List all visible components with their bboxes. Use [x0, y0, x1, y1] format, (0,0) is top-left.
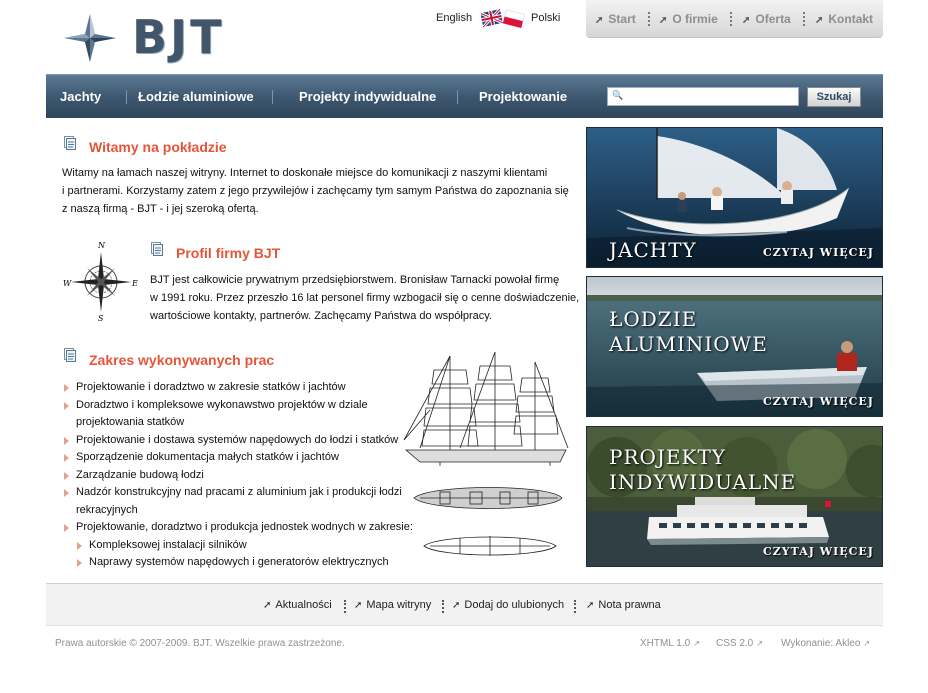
read-more-link[interactable]: CZYTAJ WIĘCEJ: [763, 246, 874, 259]
document-icon: [64, 348, 76, 362]
divider: [648, 12, 651, 26]
scope-list: Projektowanie i doradztwo w zakresie sta…: [62, 379, 413, 572]
nav-item-projekty-indywidualne[interactable]: Projekty indywidualne: [299, 89, 436, 104]
main-navigation: Jachty Łodzie aluminiowe Projekty indywi…: [46, 74, 883, 118]
top-navigation: ➚ Start ➚ O firmie ➚ Oferta ➚ Kontakt: [586, 0, 883, 38]
footer-link-aktualnosci[interactable]: ➚ Aktualności: [263, 599, 332, 611]
arrow-icon: ➚: [659, 15, 668, 26]
divider: [272, 90, 273, 104]
banner-title: PROJEKTY INDYWIDUALNE: [609, 445, 797, 494]
list-item: Doradztwo i kompleksowe wykonawstwo proj…: [62, 397, 413, 415]
divider: [442, 600, 445, 613]
compass-w: W: [63, 279, 72, 288]
top-link-kontakt[interactable]: ➚ Kontakt: [815, 12, 873, 26]
external-link-icon: ↗: [756, 639, 763, 648]
list-item: Kompleksowej instalacji silników: [62, 537, 413, 555]
document-icon: [151, 242, 163, 256]
logo-text: BJT: [132, 10, 225, 64]
divider: [344, 600, 347, 613]
search-box: 🔍: [607, 87, 799, 106]
compass-rose-icon: N E S W: [63, 241, 138, 322]
copyright-text: Prawa autorskie © 2007-2009. BJT. Wszelk…: [55, 638, 345, 649]
list-item: Naprawy systemów napędowych i generatoró…: [62, 554, 413, 572]
lang-english-link[interactable]: English: [436, 12, 472, 24]
divider: [574, 600, 577, 613]
arrow-icon: ➚: [586, 600, 595, 611]
arrow-icon: ➚: [815, 15, 824, 26]
xhtml-validator-link[interactable]: XHTML 1.0 ↗: [640, 638, 700, 649]
top-link-o-firmie[interactable]: ➚ O firmie: [659, 12, 718, 26]
compass-s: S: [98, 314, 104, 322]
divider: [126, 90, 127, 104]
list-item: Zarządzanie budową łodzi: [62, 467, 413, 485]
credit: Wykonanie: Akleo ↗: [781, 638, 871, 649]
banner-projekty-indywidualne[interactable]: PROJEKTY INDYWIDUALNE CZYTAJ WIĘCEJ: [586, 426, 883, 567]
welcome-text: Witamy na łamach naszej witryny. Interne…: [62, 167, 569, 215]
ship-drawing-image: [403, 351, 569, 556]
compass-n: N: [97, 241, 106, 250]
footer-navigation: ➚ Aktualności ➚ Mapa witryny ➚ Dodaj do ulu…: [46, 584, 883, 626]
document-icon: [64, 136, 76, 150]
lang-polish-link[interactable]: Polski: [531, 12, 560, 24]
banner-title: ŁODZIE ALUMINIOWE: [609, 307, 768, 356]
list-item: Projektowanie i dostawa systemów napędow…: [62, 432, 413, 450]
footer-link-dodaj-do-ulubionych[interactable]: ➚ Dodaj do ulubionych: [452, 599, 564, 611]
css-validator-link[interactable]: CSS 2.0 ↗: [716, 638, 763, 649]
external-link-icon: ↗: [863, 639, 871, 648]
list-item: Nadzór konstrukcyjny nad pracami z alumi…: [62, 484, 413, 502]
nav-item-lodzie-aluminiowe[interactable]: Łodzie aluminiowe: [138, 89, 254, 104]
top-link-oferta[interactable]: ➚ Oferta: [742, 12, 791, 26]
list-item: Projektowanie, doradztwo i produkcja jed…: [62, 519, 413, 537]
banner-title: JACHTY: [609, 238, 697, 262]
nav-item-projektowanie[interactable]: Projektowanie: [479, 89, 567, 104]
footer-link-mapa-witryny[interactable]: ➚ Mapa witryny: [354, 599, 431, 611]
list-item: Projektowanie i doradztwo w zakresie sta…: [62, 379, 413, 397]
scope-heading: Zakres wykonywanych prac: [89, 352, 275, 368]
compass-e: E: [131, 279, 138, 288]
profile-heading: Profil firmy BJT: [176, 245, 281, 261]
divider: [803, 12, 806, 26]
read-more-link[interactable]: CZYTAJ WIĘCEJ: [763, 395, 874, 408]
arrow-icon: ➚: [452, 600, 461, 611]
search-input[interactable]: [624, 89, 794, 104]
divider: [730, 12, 733, 26]
arrow-icon: ➚: [354, 600, 363, 611]
star-logo-icon: [64, 14, 116, 62]
credit-link[interactable]: Akleo: [835, 638, 860, 649]
arrow-icon: ➚: [263, 600, 272, 611]
read-more-link[interactable]: CZYTAJ WIĘCEJ: [763, 545, 874, 558]
divider: [457, 90, 458, 104]
profile-text: BJT jest całkowicie prywatnym przedsiębi…: [150, 274, 580, 322]
banner-lodzie-aluminiowe[interactable]: ŁODZIE ALUMINIOWE CZYTAJ WIĘCEJ: [586, 276, 883, 417]
banner-jachty[interactable]: JACHTY CZYTAJ WIĘCEJ: [586, 127, 883, 268]
list-item: projektowania statków: [76, 416, 185, 428]
footer-link-nota-prawna[interactable]: ➚ Nota prawna: [586, 599, 661, 611]
list-item: rekracyjnych: [76, 503, 138, 516]
nav-item-jachty[interactable]: Jachty: [60, 89, 101, 104]
search-icon: 🔍: [612, 90, 624, 100]
flags-icon[interactable]: [481, 6, 525, 34]
top-link-start[interactable]: ➚ Start: [595, 12, 636, 26]
welcome-heading: Witamy na pokładzie: [89, 139, 227, 155]
list-item: Sporządzenie dokumentacja małych statków…: [62, 449, 413, 467]
external-link-icon: ↗: [693, 639, 700, 648]
logo[interactable]: BJT: [62, 10, 252, 64]
arrow-icon: ➚: [742, 15, 751, 26]
search-button[interactable]: Szukaj: [807, 87, 861, 107]
arrow-icon: ➚: [595, 15, 604, 26]
